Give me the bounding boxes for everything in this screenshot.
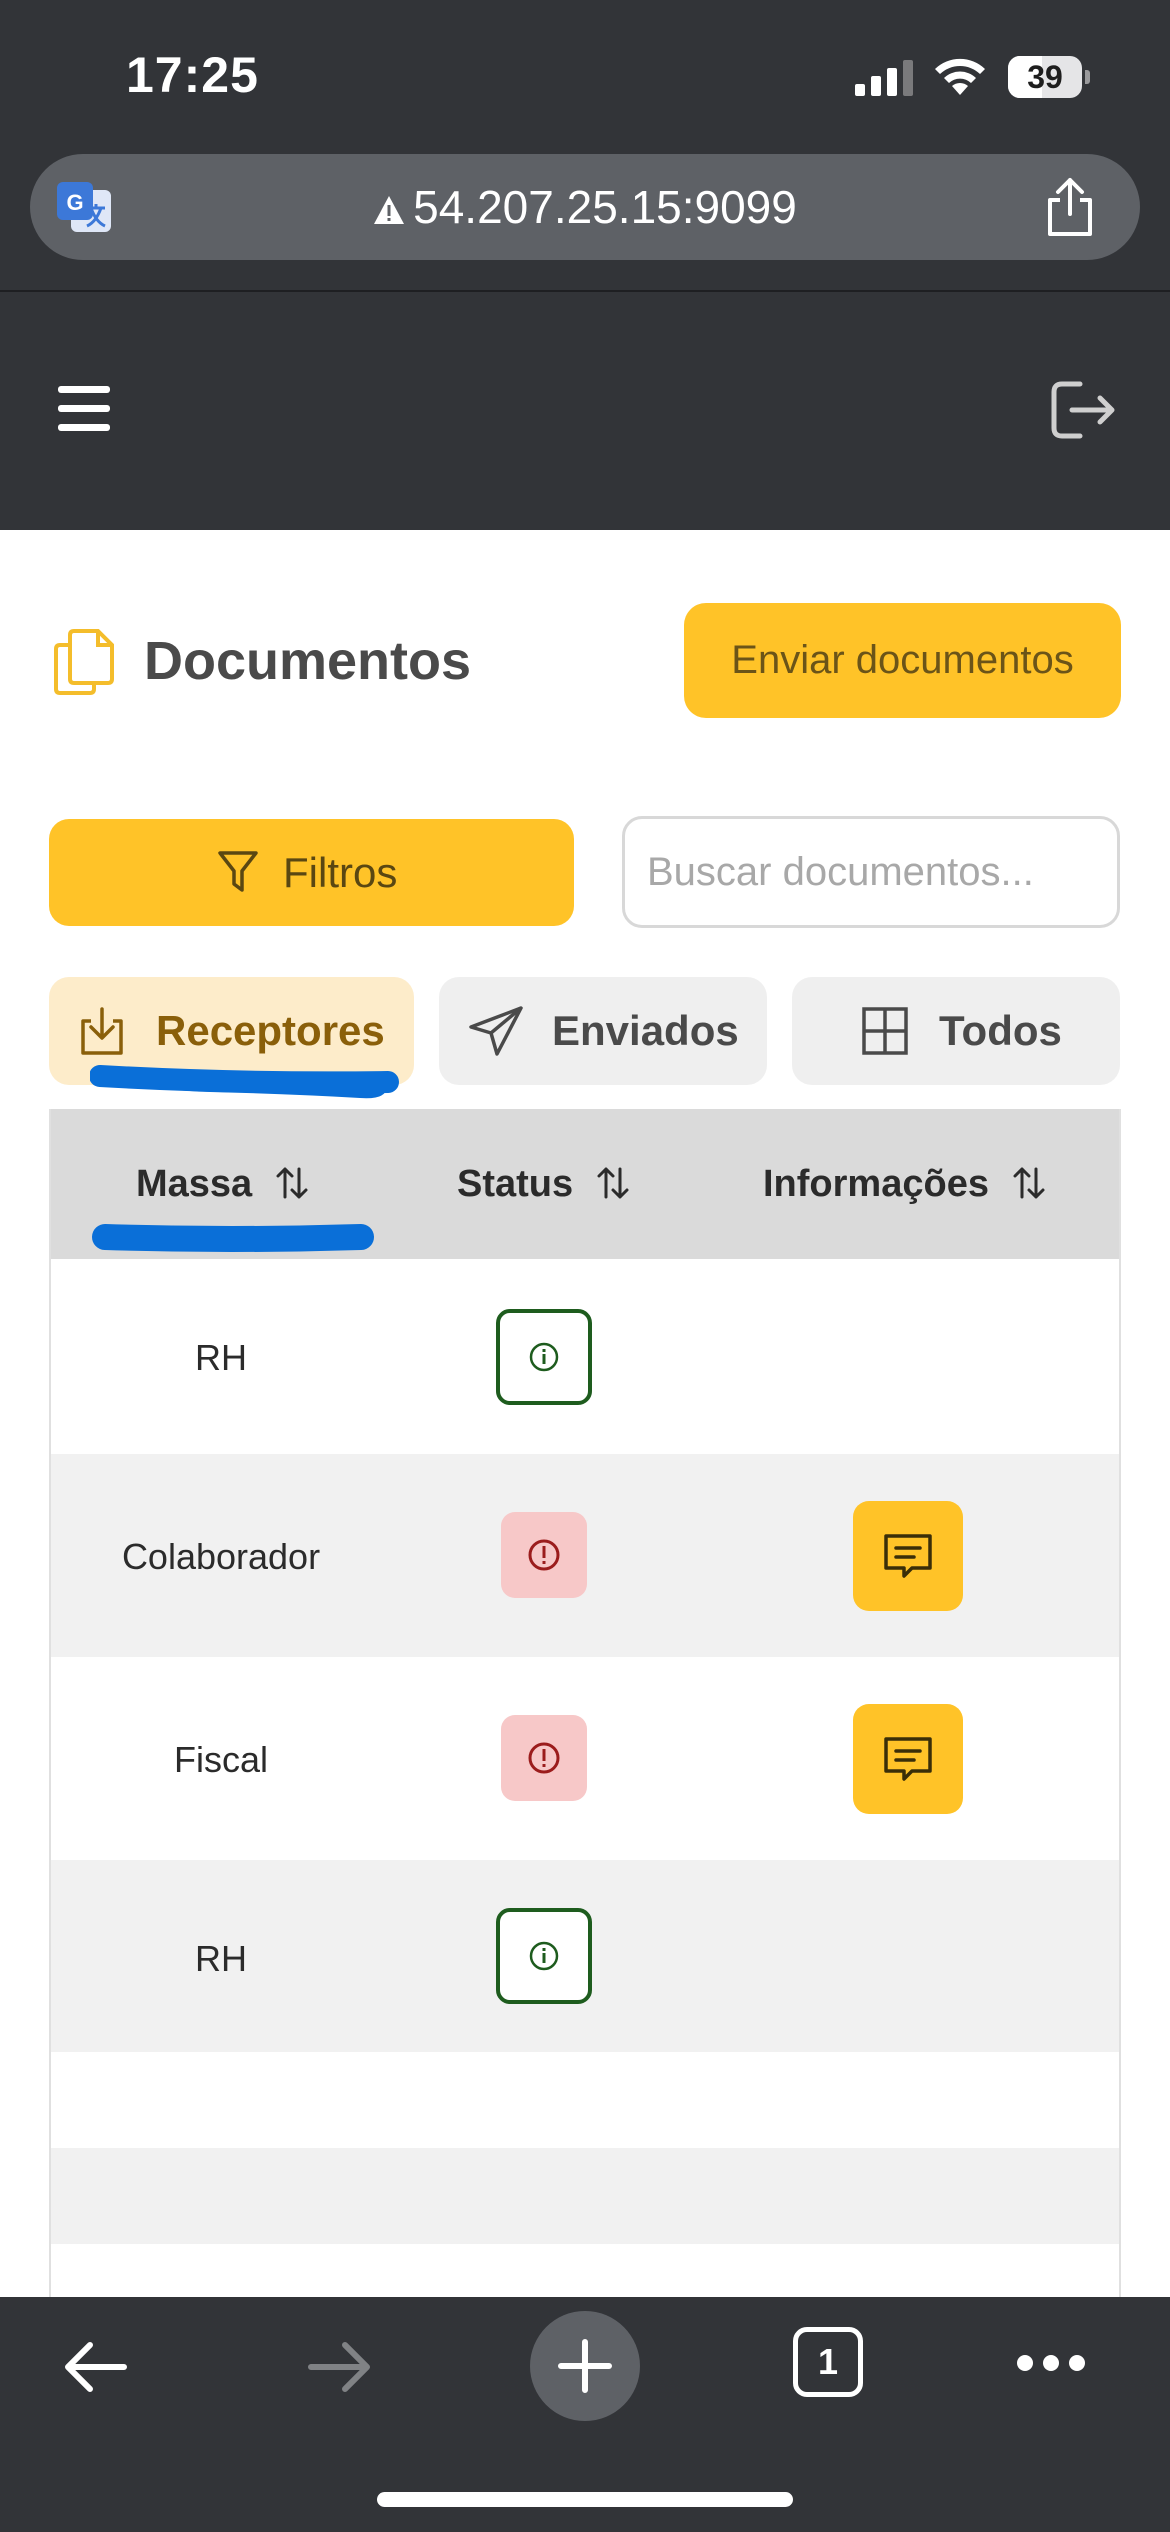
alert-circle-icon xyxy=(528,1539,560,1571)
info-circle-icon xyxy=(529,1342,559,1372)
address-bar[interactable]: G 54.207.25.15:9099 xyxy=(30,154,1140,260)
sort-icon[interactable] xyxy=(1012,1165,1046,1201)
status-error-badge[interactable] xyxy=(501,1512,587,1598)
sort-icon[interactable] xyxy=(275,1165,309,1201)
not-secure-warning-icon xyxy=(374,196,405,224)
app-header xyxy=(0,292,1170,530)
info-message-button[interactable] xyxy=(853,1501,963,1611)
message-icon xyxy=(884,1534,932,1578)
send-icon xyxy=(469,1006,523,1056)
column-header-informacoes[interactable]: Informações xyxy=(763,1109,989,1259)
forward-arrow-icon[interactable] xyxy=(305,2337,375,2397)
filter-icon xyxy=(218,851,258,892)
cell-massa: Colaborador xyxy=(121,1536,321,1577)
back-arrow-icon[interactable] xyxy=(60,2337,130,2397)
table-row[interactable]: Colaborador xyxy=(51,1454,1119,1657)
ios-status-bar: 17:25 39 xyxy=(0,0,1170,150)
tab-enviados[interactable]: Enviados xyxy=(439,977,767,1085)
search-box[interactable] xyxy=(622,816,1120,928)
tab-todos[interactable]: Todos xyxy=(792,977,1120,1085)
search-input[interactable] xyxy=(647,819,1107,925)
tab-todos-label: Todos xyxy=(939,1007,1062,1054)
send-documents-button[interactable]: Enviar documentos xyxy=(684,603,1121,718)
logout-icon[interactable] xyxy=(1050,380,1116,440)
filters-label: Filtros xyxy=(283,849,398,896)
annotation-underline-massa xyxy=(92,1224,374,1252)
home-indicator xyxy=(377,2492,793,2507)
hamburger-menu-icon[interactable] xyxy=(58,386,110,432)
cell-massa: RH xyxy=(195,1938,247,1979)
column-header-status[interactable]: Status xyxy=(457,1109,573,1259)
battery-indicator: 39 xyxy=(1008,56,1090,98)
annotation-underline-receptores xyxy=(90,1065,399,1099)
alert-circle-icon xyxy=(528,1742,560,1774)
table-row-empty xyxy=(51,2148,1119,2244)
sort-icon[interactable] xyxy=(596,1165,630,1201)
status-error-badge[interactable] xyxy=(501,1715,587,1801)
status-info-badge[interactable] xyxy=(496,1309,592,1405)
wifi-icon xyxy=(935,58,985,95)
tab-enviados-label: Enviados xyxy=(552,1007,739,1054)
table-row[interactable]: RH xyxy=(51,1259,1119,1454)
new-tab-button[interactable] xyxy=(530,2311,640,2421)
info-message-button[interactable] xyxy=(853,1704,963,1814)
download-icon xyxy=(81,1007,123,1055)
url-value: 54.207.25.15:9099 xyxy=(413,181,797,233)
cell-massa: RH xyxy=(195,1337,247,1378)
tab-switcher-button[interactable]: 1 xyxy=(793,2327,863,2397)
documents-table: Massa Status Informações RH Colaborador … xyxy=(49,1109,1121,2299)
battery-level: 39 xyxy=(1027,59,1063,95)
table-row[interactable]: Fiscal xyxy=(51,1657,1119,1860)
browser-toolbar: G 54.207.25.15:9099 xyxy=(0,150,1170,292)
cell-massa: Fiscal xyxy=(173,1739,268,1780)
more-options-icon[interactable] xyxy=(1015,2352,1087,2374)
plus-icon xyxy=(558,2339,612,2393)
filters-button[interactable]: Filtros xyxy=(49,819,574,926)
status-info-badge[interactable] xyxy=(496,1908,592,2004)
share-icon[interactable] xyxy=(1040,176,1100,238)
cellular-signal-icon xyxy=(855,60,913,96)
url-text[interactable]: 54.207.25.15:9099 xyxy=(30,154,1140,260)
page-title: Documentos xyxy=(144,631,472,691)
message-icon xyxy=(884,1737,932,1781)
table-row[interactable]: RH xyxy=(51,1860,1119,2052)
table-row-empty xyxy=(51,2052,1119,2148)
clock: 17:25 xyxy=(126,47,259,103)
info-circle-icon xyxy=(529,1941,559,1971)
grid-icon xyxy=(862,1007,908,1055)
table-header: Massa Status Informações xyxy=(51,1109,1119,1259)
documents-icon xyxy=(54,629,114,695)
